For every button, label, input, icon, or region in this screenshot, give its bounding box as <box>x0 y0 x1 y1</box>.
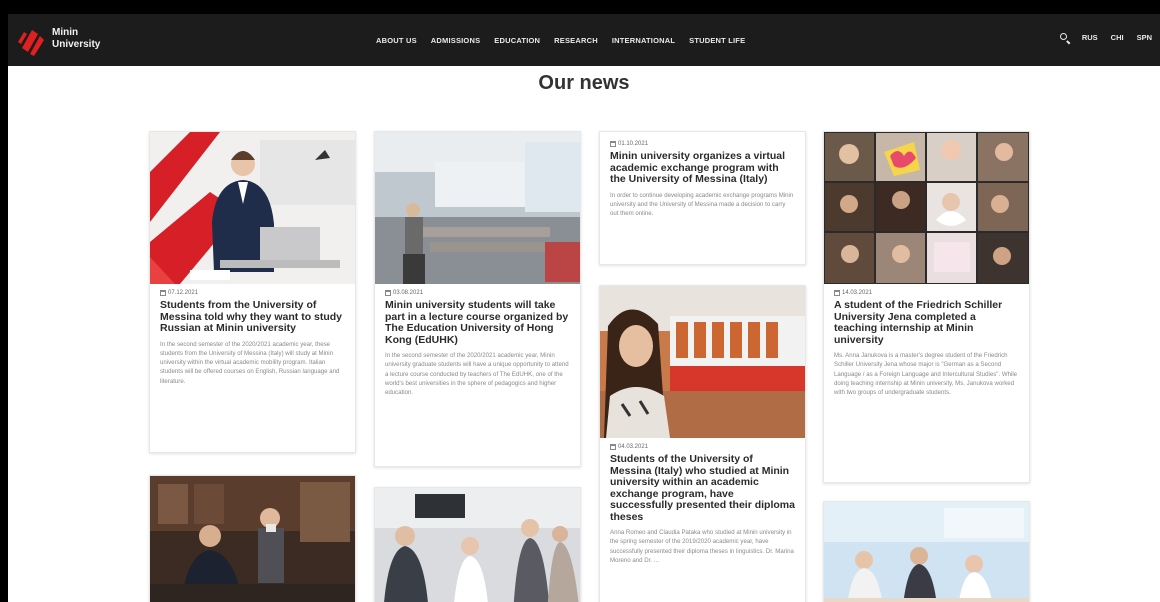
top-navigation-bar: Minin University ABOUT US ADMISSIONS EDU… <box>8 14 1160 66</box>
news-image[interactable] <box>150 132 355 284</box>
news-card[interactable]: 01.10.2021 Minin university organizes a … <box>599 131 806 265</box>
news-excerpt: In the second semester of the 2020/2021 … <box>385 352 569 397</box>
news-date: 04.03.2021 <box>610 444 795 450</box>
brand-name[interactable]: Minin University <box>52 27 100 51</box>
date-text: 07.12.2021 <box>168 290 199 296</box>
news-card-body: 14.03.2021 A student of the Friedrich Sc… <box>834 290 1019 397</box>
news-title[interactable]: Minin university organizes a virtual aca… <box>610 150 795 186</box>
nav-about-us[interactable]: ABOUT US <box>376 36 417 45</box>
news-card-body: 04.03.2021 Students of the University of… <box>610 444 795 565</box>
date-text: 03.08.2021 <box>393 290 424 296</box>
news-card[interactable]: 03.08.2021 Minin university students wil… <box>374 131 581 467</box>
nav-research[interactable]: RESEARCH <box>554 36 598 45</box>
page-title: Our news <box>538 72 630 94</box>
news-title[interactable]: A student of the Friedrich Schiller Univ… <box>834 299 1019 346</box>
news-image[interactable] <box>824 502 1029 602</box>
news-card[interactable] <box>823 501 1030 602</box>
date-text: 14.03.2021 <box>842 290 873 296</box>
nav-education[interactable]: EDUCATION <box>494 36 540 45</box>
news-date: 03.08.2021 <box>385 290 570 296</box>
news-card[interactable] <box>374 487 581 602</box>
date-text: 04.03.2021 <box>618 444 649 450</box>
language-rus[interactable]: RUS <box>1082 33 1098 42</box>
news-card[interactable]: 07.12.2021 Students from the University … <box>149 131 356 453</box>
calendar-icon <box>610 444 616 450</box>
news-excerpt: Anna Romeo and Claudia Pataka who studie… <box>610 529 794 564</box>
search-icon[interactable] <box>1059 33 1069 42</box>
news-card-body: 03.08.2021 Minin university students wil… <box>385 290 570 397</box>
news-date: 14.03.2021 <box>834 290 1019 296</box>
calendar-icon <box>834 290 840 296</box>
news-card-body: 07.12.2021 Students from the University … <box>160 290 345 386</box>
nav-student-life[interactable]: STUDENT LIFE <box>689 36 745 45</box>
nav-international[interactable]: INTERNATIONAL <box>612 36 675 45</box>
news-date: 01.10.2021 <box>610 141 795 147</box>
date-text: 01.10.2021 <box>618 141 649 147</box>
news-excerpt: Ms. Anna Janukova is a master's degree s… <box>834 352 1018 397</box>
header-tools: RUS CHI SPN <box>1059 33 1152 42</box>
news-excerpt: In the second semester of the 2020/2021 … <box>160 340 340 385</box>
calendar-icon <box>610 141 616 147</box>
news-title[interactable]: Students from the University of Messina … <box>160 299 345 335</box>
university-logo[interactable] <box>18 26 44 56</box>
news-title[interactable]: Minin university students will take part… <box>385 299 570 346</box>
news-card-body: 01.10.2021 Minin university organizes a … <box>610 141 795 218</box>
browser-page: Minin University ABOUT US ADMISSIONS EDU… <box>8 14 1160 602</box>
news-card[interactable] <box>149 475 356 602</box>
news-title[interactable]: Students of the University of Messina (I… <box>610 453 795 523</box>
news-image[interactable] <box>375 488 580 602</box>
calendar-icon <box>385 290 391 296</box>
news-excerpt: In order to continue developing academic… <box>610 191 794 218</box>
news-card[interactable]: 04.03.2021 Students of the University of… <box>599 285 806 602</box>
language-chi[interactable]: CHI <box>1111 33 1124 42</box>
nav-admissions[interactable]: ADMISSIONS <box>431 36 481 45</box>
news-image[interactable] <box>600 286 805 438</box>
news-image[interactable] <box>375 132 580 284</box>
news-image[interactable] <box>150 476 355 602</box>
news-image[interactable] <box>824 132 1029 284</box>
calendar-icon <box>160 290 166 296</box>
news-card[interactable]: 14.03.2021 A student of the Friedrich Sc… <box>823 131 1030 483</box>
main-nav: ABOUT US ADMISSIONS EDUCATION RESEARCH I… <box>376 36 745 45</box>
news-date: 07.12.2021 <box>160 290 345 296</box>
language-spn[interactable]: SPN <box>1137 33 1152 42</box>
